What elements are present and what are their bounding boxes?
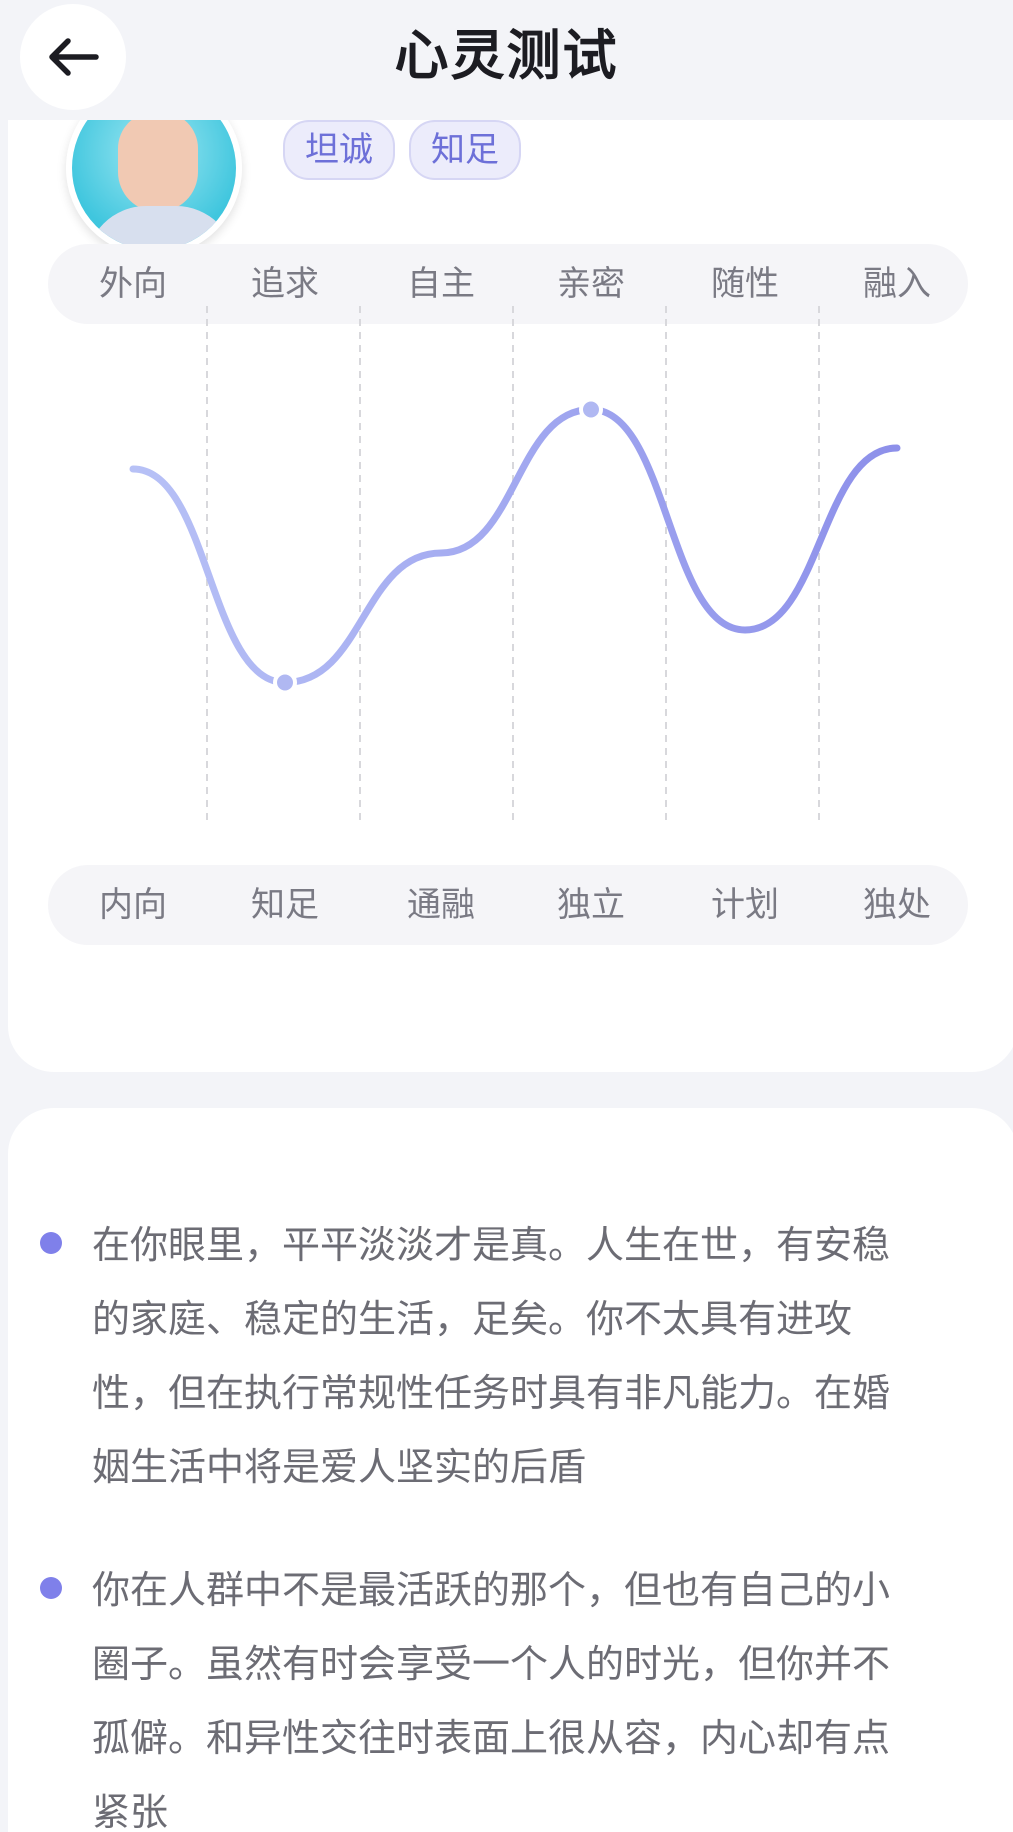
bullet-dot <box>40 1577 62 1599</box>
description-card: 在你眼里，平平淡淡才是真。人生在世，有安稳的家庭、稳定的生活，足矣。你不太具有进… <box>8 1108 1013 1832</box>
page-title: 心灵测试 <box>394 24 619 87</box>
bottom-label: 内向 <box>99 885 167 925</box>
bottom-label: 独处 <box>863 885 931 925</box>
chart-curve <box>129 405 901 687</box>
bottom-label: 计划 <box>711 885 779 925</box>
bottom-label: 知足 <box>251 885 319 925</box>
personality-curve-chart <box>129 306 901 820</box>
page: 坦诚 知足 外向 追求 自主 亲密 随性 融入 内向 知足 通融 独立 计划 独… <box>0 0 1013 1832</box>
trait-tag: 坦诚 <box>283 120 395 180</box>
bottom-label: 通融 <box>407 885 475 925</box>
bullet-dot <box>40 1232 62 1254</box>
chart-point <box>579 397 603 422</box>
chart-point <box>273 670 297 695</box>
app-header: 心灵测试 <box>0 0 1013 120</box>
trait-tag: 知足 <box>409 120 521 180</box>
bottom-label: 独立 <box>557 885 625 925</box>
bottom-label-strip: 内向 知足 通融 独立 计划 独处 <box>48 865 968 945</box>
description-text: 你在人群中不是最活跃的那个，但也有自己的小圈子。虽然有时会享受一个人的时光，但你… <box>92 1568 891 1832</box>
trait-tags: 坦诚 知足 <box>283 120 521 180</box>
description-text: 在你眼里，平平淡淡才是真。人生在世，有安稳的家庭、稳定的生活，足矣。你不太具有进… <box>92 1223 891 1489</box>
